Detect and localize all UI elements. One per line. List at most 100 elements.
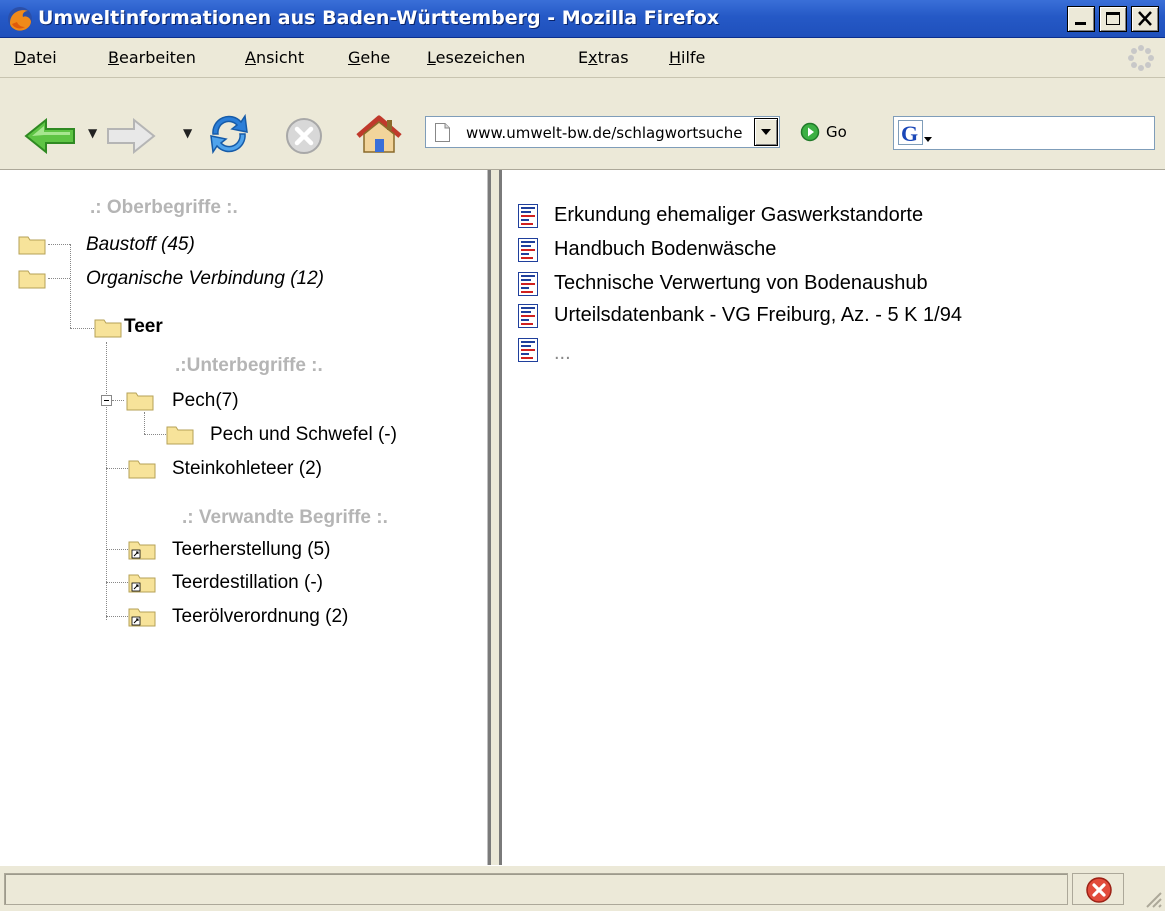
- status-bar: [0, 865, 1165, 911]
- menu-hilfe[interactable]: Hilfe: [669, 48, 705, 67]
- tree-line: [70, 244, 71, 328]
- back-arrow-icon[interactable]: [24, 118, 78, 154]
- tree-line: [144, 434, 166, 435]
- tree-line: [106, 582, 128, 583]
- tree-line: [48, 244, 70, 245]
- splitter-edge: [487, 170, 491, 865]
- maximize-icon: [1106, 12, 1120, 25]
- menu-accel: A: [245, 48, 256, 67]
- term-count: (7): [215, 390, 239, 411]
- go-icon: [800, 122, 820, 142]
- throbber-icon: [1128, 45, 1154, 71]
- section-header-related: .: Verwandte Begriffe :.: [182, 507, 388, 528]
- menu-accel: x: [588, 48, 598, 67]
- folder-icon: [18, 236, 46, 255]
- term-label: Pech: [172, 390, 216, 411]
- folder-icon: [166, 426, 194, 445]
- folder-shortcut-icon: [128, 608, 156, 627]
- url-bar[interactable]: www.umwelt-bw.de/schlagwortsuche: [425, 116, 780, 148]
- tree-line: [106, 549, 128, 550]
- maximize-button[interactable]: [1099, 6, 1127, 32]
- title-bar: Umweltinformationen aus Baden-Württember…: [0, 0, 1165, 38]
- window-title: Umweltinformationen aus Baden-Württember…: [38, 7, 720, 29]
- tree-line: [106, 468, 128, 469]
- document-link[interactable]: Urteilsdatenbank - VG Freiburg, Az. - 5 …: [554, 304, 962, 327]
- menu-accel: G: [348, 48, 361, 67]
- tree-line: [106, 616, 128, 617]
- home-icon[interactable]: [354, 114, 404, 156]
- status-text-panel: [4, 873, 1068, 905]
- google-search-engine-icon[interactable]: G: [898, 120, 940, 146]
- section-header-narrower: .:Unterbegriffe :.: [175, 355, 323, 376]
- folder-icon: [126, 392, 154, 411]
- menu-label: ehe: [360, 48, 391, 67]
- menu-accel: H: [669, 48, 682, 67]
- document-list-pane: Erkundung ehemaliger Gaswerkstandorte Ha…: [502, 170, 1165, 865]
- close-icon: [1138, 11, 1152, 26]
- document-link[interactable]: Handbuch Bodenwäsche: [554, 238, 776, 261]
- menu-accel: L: [427, 48, 436, 67]
- menu-accel: B: [108, 48, 119, 67]
- menu-bar: Datei Bearbeiten Ansicht Gehe Lesezeiche…: [0, 38, 1165, 78]
- go-button[interactable]: Go: [800, 118, 847, 146]
- pane-splitter[interactable]: [487, 170, 503, 865]
- menu-datei[interactable]: Datei: [14, 48, 57, 67]
- search-box[interactable]: G: [893, 116, 1155, 150]
- tree-line: [106, 342, 107, 620]
- resize-grip-icon[interactable]: [1141, 887, 1163, 909]
- more-documents-link[interactable]: ...: [554, 342, 571, 365]
- svg-text:G: G: [901, 121, 918, 146]
- menu-label: nsicht: [255, 48, 305, 67]
- menu-bearbeiten[interactable]: Bearbeiten: [108, 48, 196, 67]
- current-term: Teer: [124, 316, 163, 337]
- document-icon: [518, 272, 538, 296]
- related-term-teerdestillation[interactable]: Teerdestillation (-): [172, 572, 323, 594]
- menu-label: atei: [26, 48, 57, 67]
- broader-term-organische-verbindung[interactable]: Organische Verbindung (12): [86, 268, 324, 290]
- menu-extras[interactable]: Extras: [578, 48, 629, 67]
- menu-label: tras: [597, 48, 629, 67]
- related-term-teerherstellung[interactable]: Teerherstellung (5): [172, 539, 330, 561]
- tree-line: [70, 328, 94, 329]
- menu-lesezeichen[interactable]: Lesezeichen: [427, 48, 525, 67]
- keyword-tree-pane: .: Oberbegriffe :. Baustoff (45) Organis…: [0, 170, 487, 865]
- tree-line: [144, 412, 145, 434]
- url-text[interactable]: www.umwelt-bw.de/schlagwortsuche: [466, 124, 754, 142]
- collapse-toggle[interactable]: [101, 395, 112, 406]
- document-icon: [518, 238, 538, 262]
- forward-arrow-icon[interactable]: [106, 118, 156, 154]
- menu-ansicht[interactable]: Ansicht: [245, 48, 304, 67]
- document-icon: [518, 304, 538, 328]
- related-term-teeroelverordnung[interactable]: Teerölverordnung (2): [172, 606, 348, 628]
- url-dropdown-button[interactable]: [754, 118, 778, 146]
- broader-term-baustoff[interactable]: Baustoff (45): [86, 234, 195, 256]
- tree-line: [48, 278, 70, 279]
- minimize-button[interactable]: [1067, 6, 1095, 32]
- menu-label: ilfe: [681, 48, 706, 67]
- minimize-icon: [1075, 22, 1086, 25]
- forward-dropdown-icon[interactable]: ▼: [183, 126, 192, 140]
- document-link[interactable]: Technische Verwertung von Bodenaushub: [554, 272, 928, 295]
- narrower-term-steinkohleteer[interactable]: Steinkohleteer (2): [172, 458, 322, 480]
- folder-icon: [18, 270, 46, 289]
- menu-label: earbeiten: [118, 48, 196, 67]
- error-icon[interactable]: [1085, 876, 1113, 904]
- firefox-logo-icon: [8, 7, 32, 31]
- folder-open-icon: [94, 319, 122, 338]
- close-button[interactable]: [1131, 6, 1159, 32]
- narrower-term-pech[interactable]: Pech(7): [172, 390, 239, 412]
- navigation-toolbar: ▼ ▼ www.umwelt-bw.de/schlagwortsuche Go: [0, 78, 1165, 170]
- folder-icon: [128, 460, 156, 479]
- document-icon: [518, 204, 538, 228]
- window-controls: [1067, 6, 1159, 32]
- document-link[interactable]: Erkundung ehemaliger Gaswerkstandorte: [554, 204, 923, 227]
- folder-shortcut-icon: [128, 574, 156, 593]
- reload-icon[interactable]: [205, 112, 253, 156]
- menu-gehe[interactable]: Gehe: [348, 48, 390, 67]
- document-icon: [518, 338, 538, 362]
- narrower-term-pech-und-schwefel[interactable]: Pech und Schwefel (-): [210, 424, 397, 446]
- dropdown-arrow-icon: [761, 129, 771, 135]
- back-dropdown-icon[interactable]: ▼: [88, 126, 97, 140]
- go-label: Go: [826, 123, 847, 141]
- stop-icon[interactable]: [284, 116, 324, 156]
